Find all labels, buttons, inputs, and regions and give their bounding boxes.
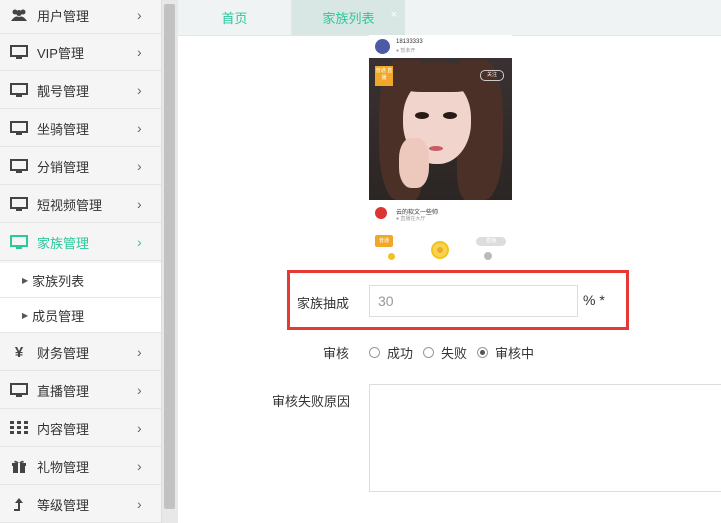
sidebar-item-label: 坐骑管理 (37, 121, 90, 137)
music-icon (375, 207, 387, 219)
sidebar-item-users[interactable]: 用户管理 › (0, 0, 161, 34)
sidebar-scrollbar[interactable] (161, 0, 178, 523)
chevron-right-icon: › (137, 496, 142, 512)
user-icon (484, 252, 492, 260)
scrollbar-thumb[interactable] (164, 4, 175, 509)
sidebar-item-vip[interactable]: VIP管理 › (0, 34, 161, 71)
preview-user-name: 18133333 (396, 39, 423, 45)
sidebar-item-label: 直播管理 (37, 383, 90, 399)
sidebar-item-gift[interactable]: 礼物管理 › (0, 448, 161, 485)
preview-follow: 关注 (480, 70, 504, 81)
preview-pill: 直播 (476, 237, 506, 246)
tab-bar: 首页 家族列表 × (178, 0, 721, 36)
monitor-icon (9, 382, 29, 398)
sidebar-item-label: 靓号管理 (37, 83, 90, 99)
sidebar-item-label: 等级管理 (37, 497, 90, 513)
monitor-icon (9, 120, 29, 136)
chevron-right-icon: › (137, 344, 142, 360)
sidebar-item-label: 短视频管理 (37, 197, 103, 213)
radio-circle[interactable] (423, 347, 435, 358)
sidebar-subitem-family-list[interactable]: ▶ 家族列表 (0, 263, 161, 298)
monitor-icon (9, 158, 29, 174)
radio-label: 失败 (441, 346, 468, 361)
preview-badge: 普通 直播 (375, 66, 393, 86)
sidebar-item-pretty-number[interactable]: 靓号管理 › (0, 72, 161, 109)
triangle-right-icon: ▶ (22, 310, 29, 320)
chevron-right-icon: › (137, 420, 142, 436)
users-icon (9, 7, 29, 23)
chevron-right-icon: › (137, 234, 142, 250)
commission-suffix: % * (583, 292, 605, 308)
sidebar-subitem-member-management[interactable]: ▶ 成员管理 (0, 298, 161, 333)
review-radio-fail[interactable]: 失败 (423, 343, 467, 362)
sidebar-item-distribution[interactable]: 分销管理 › (0, 148, 161, 185)
sidebar-item-label: 分销管理 (37, 159, 90, 175)
preview-user-sub: ● 暂未开 (396, 48, 416, 54)
preview-song-sub: ● 直播在大厅 (396, 216, 426, 222)
monitor-icon (9, 44, 29, 60)
sidebar-item-label: VIP管理 (37, 45, 84, 61)
sidebar-subitem-label: 家族列表 (32, 273, 85, 289)
sidebar-item-family[interactable]: 家族管理 › (0, 224, 161, 261)
tab-label: 首页 (221, 11, 248, 26)
triangle-right-icon: ▶ (22, 275, 29, 285)
preview-header: 18133333 ● 暂未开 (369, 35, 512, 57)
radio-circle[interactable] (369, 347, 380, 358)
sidebar-item-mount[interactable]: 坐骑管理 › (0, 110, 161, 147)
sidebar-item-content[interactable]: 内容管理 › (0, 410, 161, 447)
sidebar-item-level[interactable]: 等级管理 › (0, 486, 161, 523)
sidebar-item-short-video[interactable]: 短视频管理 › (0, 186, 161, 223)
yen-icon: ¥ (14, 343, 24, 361)
grid-icon (9, 420, 29, 436)
family-cover-preview: 18133333 ● 暂未开 普通 直播 关注 云的软文一些帅 ● 直播在大厅 … (369, 35, 512, 265)
review-radio-success[interactable]: 成功 (369, 343, 413, 362)
chevron-right-icon: › (137, 82, 142, 98)
tab-home[interactable]: 首页 (178, 0, 291, 35)
chevron-right-icon: › (137, 382, 142, 398)
commission-label: 家族抽成 (297, 296, 350, 311)
tab-family-list[interactable]: 家族列表 × (291, 0, 405, 35)
gift-icon (9, 458, 29, 474)
chevron-right-icon: › (137, 458, 142, 474)
home-icon (388, 253, 395, 260)
coin-icon (431, 241, 449, 259)
sidebar-item-label: 家族管理 (37, 235, 90, 251)
sidebar-item-label: 内容管理 (37, 421, 90, 437)
tab-label: 家族列表 (322, 11, 375, 26)
radio-label: 审核中 (495, 346, 535, 361)
chevron-right-icon: › (137, 44, 142, 60)
commission-input[interactable] (369, 285, 578, 317)
radio-circle[interactable] (477, 347, 489, 358)
sidebar-item-finance[interactable]: ¥ 财务管理 › (0, 334, 161, 371)
reject-reason-textarea[interactable] (369, 384, 721, 492)
arrow-up-icon (9, 496, 29, 512)
preview-enter-badge: 普通 (375, 235, 393, 247)
sidebar: 用户管理 › VIP管理 › 靓号管理 › 坐骑管理 › 分销管理 › 短视频管… (0, 0, 162, 523)
review-radio-pending[interactable]: 审核中 (477, 343, 534, 362)
monitor-icon (9, 196, 29, 212)
chevron-right-icon: › (137, 158, 142, 174)
preview-photo: 普通 直播 关注 (369, 58, 512, 200)
sidebar-item-label: 用户管理 (37, 8, 90, 24)
sidebar-item-live[interactable]: 直播管理 › (0, 372, 161, 409)
radio-label: 成功 (387, 346, 414, 361)
chevron-right-icon: › (137, 120, 142, 136)
chevron-right-icon: › (137, 196, 142, 212)
avatar (375, 39, 390, 54)
chevron-right-icon: › (137, 7, 142, 23)
review-radio-group: 成功 失败 审核中 (369, 343, 544, 362)
sidebar-item-label: 财务管理 (37, 345, 90, 361)
review-label: 审核 (323, 346, 350, 361)
monitor-icon (9, 82, 29, 98)
sidebar-item-label: 礼物管理 (37, 459, 90, 475)
sidebar-subitem-label: 成员管理 (32, 308, 85, 324)
reject-reason-label: 审核失败原因 (272, 394, 351, 409)
close-icon[interactable]: × (391, 9, 397, 21)
monitor-icon (9, 234, 29, 250)
